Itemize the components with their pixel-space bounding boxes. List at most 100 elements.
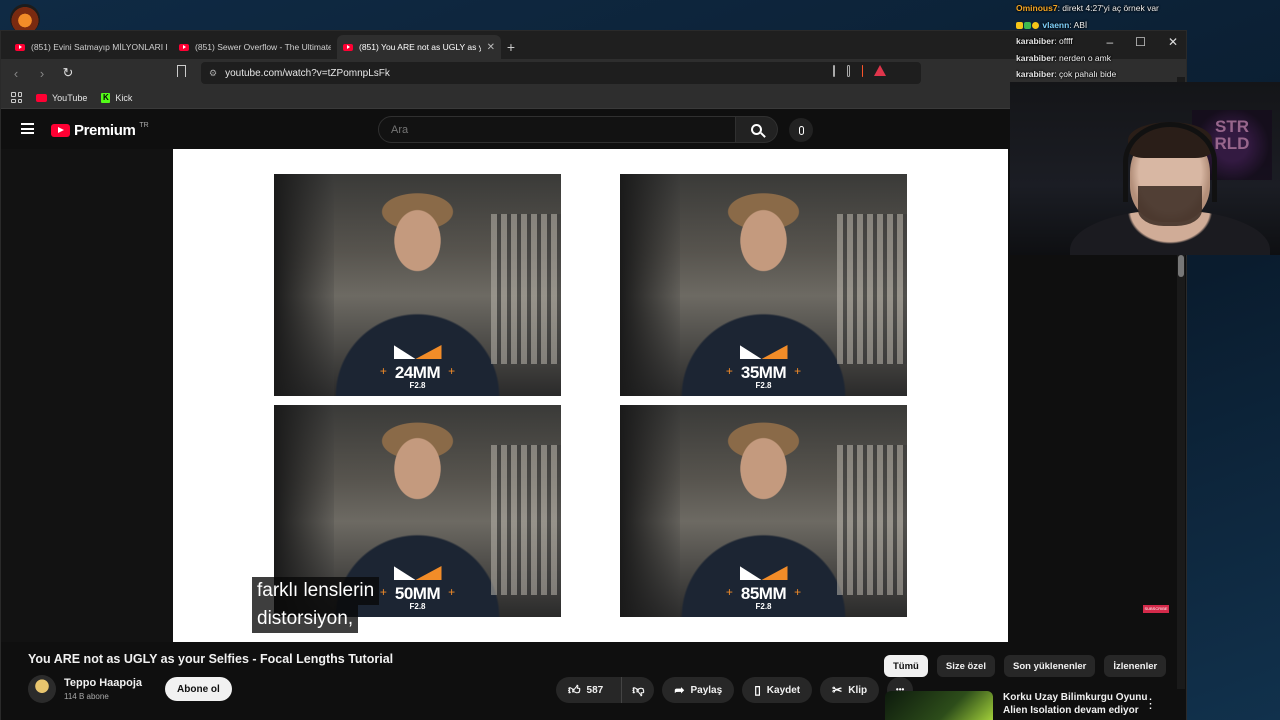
- tab-1[interactable]: (851) Evini Satmayıp MİLYONLARI RE: [9, 35, 173, 59]
- bookmark-label: YouTube: [52, 92, 88, 103]
- clip-button[interactable]: ✂ Klip: [820, 677, 880, 703]
- chat-message: karabiber: çok pahalı bide: [1016, 69, 1117, 79]
- recommendation-more-icon[interactable]: ⋮: [1144, 696, 1157, 712]
- video-player[interactable]: +24MM + F2.8 +35MM + F2.8 +50MM + F2.8 +…: [1, 149, 1169, 642]
- aperture: F2.8: [755, 381, 772, 390]
- streamer-webcam: STR RLD: [1010, 82, 1280, 255]
- chat-username: karabiber: [1016, 36, 1055, 46]
- subscriber-count: 114 B abone: [64, 692, 109, 701]
- youtube-page: Premium TR +24MM+ F2.8: [1, 109, 1186, 720]
- share-page-icon[interactable]: [847, 65, 850, 77]
- video-photo-85mm: +85MM + F2.8: [620, 405, 907, 617]
- search-input[interactable]: [378, 116, 736, 143]
- chat-username: vlaenn: [1042, 19, 1070, 30]
- subtitle-line: distorsiyon,: [252, 605, 359, 633]
- video-title: You ARE not as UGLY as your Selfies - Fo…: [28, 652, 394, 666]
- subtitle-line: farklı lenslerin: [252, 577, 380, 605]
- youtube-play-icon: [51, 124, 70, 137]
- aperture: F2.8: [409, 381, 426, 390]
- share-icon: ➦: [674, 683, 685, 697]
- share-button[interactable]: ➦ Paylaş: [662, 677, 735, 703]
- chat-text: nerden o amk: [1059, 52, 1111, 63]
- chat-username: karabiber: [1016, 69, 1055, 79]
- tab-label: (851) You ARE not as UGLY as yo: [359, 42, 481, 52]
- like-dislike-group: 👍︎ 587 👎︎: [556, 677, 655, 703]
- chat-message: Ominous7: direkt 4:27'yi aç örnek var: [1016, 3, 1159, 13]
- address-bar[interactable]: ⚙ youtube.com/watch?v=tZPomnpLsFk: [201, 62, 921, 84]
- brand-logo-icon: [394, 345, 442, 359]
- search-icon: [751, 124, 762, 135]
- focal-mark: +85MM + F2.8: [620, 566, 907, 611]
- video-photo-35mm: +35MM + F2.8: [620, 174, 907, 396]
- save-label: Kaydet: [766, 684, 801, 696]
- bookmark-youtube[interactable]: YouTube: [36, 93, 87, 103]
- close-tab-icon[interactable]: ✕: [487, 42, 495, 53]
- chat-username: karabiber: [1016, 52, 1055, 63]
- bookmark-page-icon[interactable]: [177, 65, 186, 77]
- subscribe-watermark[interactable]: SUBSCRIBE: [1143, 605, 1169, 613]
- chip-watched[interactable]: İzlenenler: [1104, 655, 1167, 677]
- focal-length: 85MM: [740, 584, 787, 603]
- like-count: 587: [586, 684, 604, 696]
- youtube-logo[interactable]: Premium TR: [51, 122, 149, 139]
- clip-label: Klip: [848, 684, 868, 696]
- tab-2[interactable]: (851) Sewer Overflow - The Ultimate: [173, 35, 337, 59]
- video-frame: +24MM + F2.8 +35MM + F2.8 +50MM + F2.8 +…: [173, 149, 1008, 642]
- tab-label: (851) Evini Satmayıp MİLYONLARI RE: [31, 42, 167, 52]
- crown-badge-icon: [1016, 21, 1023, 29]
- new-tab-button[interactable]: +: [501, 35, 521, 59]
- brand-logo-icon: [740, 566, 788, 580]
- recommendation-filters: Tümü Size özel Son yüklenenler İzlenenle…: [884, 655, 1167, 677]
- brave-rewards-icon[interactable]: [874, 65, 886, 76]
- chat-message: karabiber: nerden o amk: [1016, 52, 1111, 63]
- chip-all[interactable]: Tümü: [884, 655, 928, 677]
- region-code: TR: [139, 122, 149, 129]
- chip-recent[interactable]: Son yüklenenler: [1003, 655, 1096, 677]
- thumbs-down-icon: 👎︎: [632, 683, 645, 697]
- kick-icon: K: [101, 92, 111, 103]
- chat-text: offff: [1059, 36, 1073, 46]
- headset-icon: [1123, 122, 1217, 202]
- save-button[interactable]: ▯ Kaydet: [742, 677, 813, 703]
- thumbs-up-icon: 👍︎: [568, 683, 581, 697]
- recommended-thumbnail[interactable]: [885, 691, 993, 720]
- browser-toolbar: ‹ › ↻ ⚙ youtube.com/watch?v=tZPomnpLsFk: [1, 59, 1186, 87]
- chip-for-you[interactable]: Size özel: [936, 655, 995, 677]
- scissors-icon: ✂: [832, 683, 843, 697]
- voice-search-button[interactable]: [789, 118, 813, 142]
- dislike-button[interactable]: 👎︎: [621, 677, 654, 703]
- chat-text: çok pahalı bide: [1059, 69, 1117, 79]
- tab-3-active[interactable]: (851) You ARE not as UGLY as yo ✕: [337, 35, 501, 59]
- like-button[interactable]: 👍︎ 587: [556, 677, 615, 703]
- focal-length: 50MM: [394, 584, 441, 603]
- search-box: [378, 116, 778, 143]
- channel-row: Teppo Haapoja 114 B abone Abone ol: [28, 675, 232, 703]
- reload-icon[interactable]: ↻: [61, 65, 75, 81]
- subscribe-button[interactable]: Abone ol: [165, 677, 232, 701]
- site-info-icon[interactable]: ⚙: [209, 68, 217, 79]
- back-icon[interactable]: ‹: [9, 66, 23, 81]
- logo-text: Premium: [74, 122, 136, 139]
- channel-name[interactable]: Teppo Haapoja: [64, 677, 142, 689]
- chat-text: direkt 4:27'yi aç örnek var: [1062, 3, 1159, 13]
- youtube-icon: [36, 93, 47, 102]
- video-photo-24mm: +24MM + F2.8: [274, 174, 561, 396]
- browser-window: (851) Evini Satmayıp MİLYONLARI RE (851)…: [0, 30, 1187, 720]
- channel-avatar[interactable]: [28, 675, 56, 703]
- cast-icon[interactable]: [833, 65, 836, 77]
- youtube-favicon-icon: [179, 43, 189, 51]
- subtitles: farklı lenslerin distorsiyon,: [252, 577, 380, 633]
- apps-grid-icon[interactable]: [11, 92, 22, 103]
- youtube-favicon-icon: [343, 43, 353, 51]
- menu-icon[interactable]: [21, 123, 34, 134]
- recommended-video[interactable]: Korku Uzay Bilimkurgu Oyunu Alien Isolat…: [885, 691, 1147, 720]
- brand-logo-icon: [394, 566, 442, 580]
- bookmark-kick[interactable]: K Kick: [101, 92, 132, 103]
- aperture: F2.8: [755, 602, 772, 611]
- chat-text: ABİ: [1073, 19, 1088, 30]
- bookmarks-bar: YouTube K Kick: [1, 87, 1186, 109]
- forward-icon[interactable]: ›: [35, 66, 49, 81]
- brand-logo-icon: [740, 345, 788, 359]
- search-button[interactable]: [736, 116, 778, 143]
- scrollbar-thumb[interactable]: [1178, 255, 1184, 277]
